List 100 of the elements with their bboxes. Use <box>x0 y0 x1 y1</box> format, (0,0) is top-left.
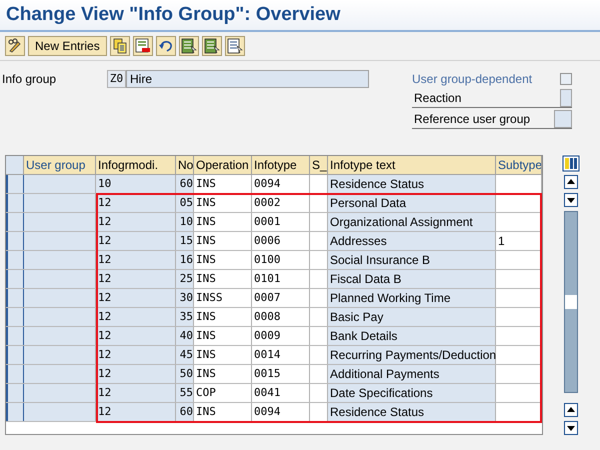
table-cell: Residence Status <box>328 175 496 193</box>
table-cell: Additional Payments <box>328 365 496 383</box>
row-selector[interactable] <box>6 232 24 250</box>
table-cell: 60 <box>176 175 194 193</box>
column-settings-icon[interactable] <box>562 155 580 172</box>
row-selector[interactable] <box>6 403 24 421</box>
table-cell: 0014 <box>252 346 310 364</box>
table-cell: 60 <box>176 403 194 421</box>
scroll-down-icon[interactable] <box>564 193 578 207</box>
row-selector[interactable] <box>6 175 24 193</box>
reaction-label: Reaction <box>414 90 462 107</box>
table-cell: INS <box>194 232 252 250</box>
row-selector[interactable] <box>6 365 24 383</box>
table-cell: 12 <box>96 251 176 269</box>
table-cell: 12 <box>96 365 176 383</box>
toolbar-button[interactable] <box>224 36 245 56</box>
reaction-field[interactable] <box>560 89 572 107</box>
table-cell: Fiscal Data B <box>328 270 496 288</box>
scroll-up-icon[interactable] <box>564 403 578 417</box>
scrollbar-track[interactable] <box>564 211 578 393</box>
table-cell: INS <box>194 194 252 212</box>
toolbar-button[interactable] <box>202 36 222 56</box>
table-cell: 30 <box>176 289 194 307</box>
select-icon <box>180 38 197 54</box>
column-header[interactable]: Infotype <box>252 156 310 174</box>
table-cell: 0009 <box>252 327 310 345</box>
table-cell: 0007 <box>252 289 310 307</box>
table-cell: 50 <box>176 365 194 383</box>
table-cell: 0100 <box>252 251 310 269</box>
table-cell: Date Specifications <box>328 384 496 402</box>
row-selector[interactable] <box>6 289 24 307</box>
table-cell: 12 <box>96 346 176 364</box>
table-cell: Recurring Payments/Deduction <box>328 346 496 364</box>
row-selector[interactable] <box>6 251 24 269</box>
table-cell: INSS <box>194 289 252 307</box>
table-cell: 15 <box>176 232 194 250</box>
toolbar-button[interactable] <box>132 36 153 56</box>
table-cell: 55 <box>176 384 194 402</box>
info-group-field[interactable]: Hire <box>126 70 369 88</box>
undo-icon <box>158 38 174 54</box>
table-cell: Bank Details <box>328 327 496 345</box>
table-cell: 12 <box>96 232 176 250</box>
toolbar-button[interactable] <box>156 36 176 56</box>
table-cell: 0094 <box>252 175 310 193</box>
table-cell: 0001 <box>252 213 310 231</box>
row-selector[interactable] <box>6 384 24 402</box>
table-cell: 0008 <box>252 308 310 326</box>
column-header[interactable]: Infotype text <box>328 156 496 174</box>
row-selector[interactable] <box>6 270 24 288</box>
table-cell: 0015 <box>252 365 310 383</box>
table-cell: Addresses <box>328 232 496 250</box>
table-cell: 25 <box>176 270 194 288</box>
info-group-label: Info group <box>2 71 58 88</box>
table-cell: INS <box>194 346 252 364</box>
toolbar-button[interactable] <box>178 36 199 56</box>
column-header[interactable]: Operation <box>194 156 252 174</box>
table-cell: 05 <box>176 194 194 212</box>
select-icon <box>204 38 220 54</box>
column-header[interactable]: S_ <box>310 156 328 174</box>
table-cell: INS <box>194 251 252 269</box>
table-cell: 10 <box>176 213 194 231</box>
table-cell: INS <box>194 213 252 231</box>
table-cell: 0041 <box>252 384 310 402</box>
table-cell: 12 <box>96 308 176 326</box>
toolbar-button[interactable] <box>110 36 130 56</box>
user-group-dependent-label: User group-dependent <box>412 71 532 88</box>
row-selector[interactable] <box>6 346 24 364</box>
checkbox[interactable] <box>560 73 572 85</box>
table-cell: 0002 <box>252 194 310 212</box>
toolbar-button[interactable] <box>5 36 25 56</box>
table-cell: INS <box>194 365 252 383</box>
column-header[interactable]: Infogrmodi. <box>96 156 176 174</box>
deselect-icon <box>226 38 243 54</box>
scroll-up-icon[interactable] <box>564 175 578 189</box>
table-cell: INS <box>194 327 252 345</box>
column-header[interactable]: No <box>176 156 194 174</box>
column-header[interactable]: User group <box>24 156 96 174</box>
row-selector[interactable] <box>6 194 24 212</box>
table-cell: INS <box>194 308 252 326</box>
copy-icon <box>112 38 128 54</box>
table-cell: 40 <box>176 327 194 345</box>
table-cell: 12 <box>96 194 176 212</box>
table-cell: Residence Status <box>328 403 496 421</box>
table-cell: 0006 <box>252 232 310 250</box>
table-cell: 0094 <box>252 403 310 421</box>
table-cell: 0101 <box>252 270 310 288</box>
table-cell: 10 <box>96 175 176 193</box>
reference-user-group-field[interactable] <box>554 110 572 128</box>
scroll-down-icon[interactable] <box>564 421 578 435</box>
table-cell: Personal Data <box>328 194 496 212</box>
table-cell: 16 <box>176 251 194 269</box>
row-selector[interactable] <box>6 327 24 345</box>
table-cell: 12 <box>96 384 176 402</box>
scrollbar-thumb[interactable] <box>565 295 577 309</box>
table-cell: INS <box>194 270 252 288</box>
row-selector[interactable] <box>6 308 24 326</box>
new-entries-button[interactable]: New Entries <box>28 36 107 56</box>
table-cell: INS <box>194 403 252 421</box>
row-selector[interactable] <box>6 213 24 231</box>
reference-user-group-label: Reference user group <box>414 111 530 128</box>
